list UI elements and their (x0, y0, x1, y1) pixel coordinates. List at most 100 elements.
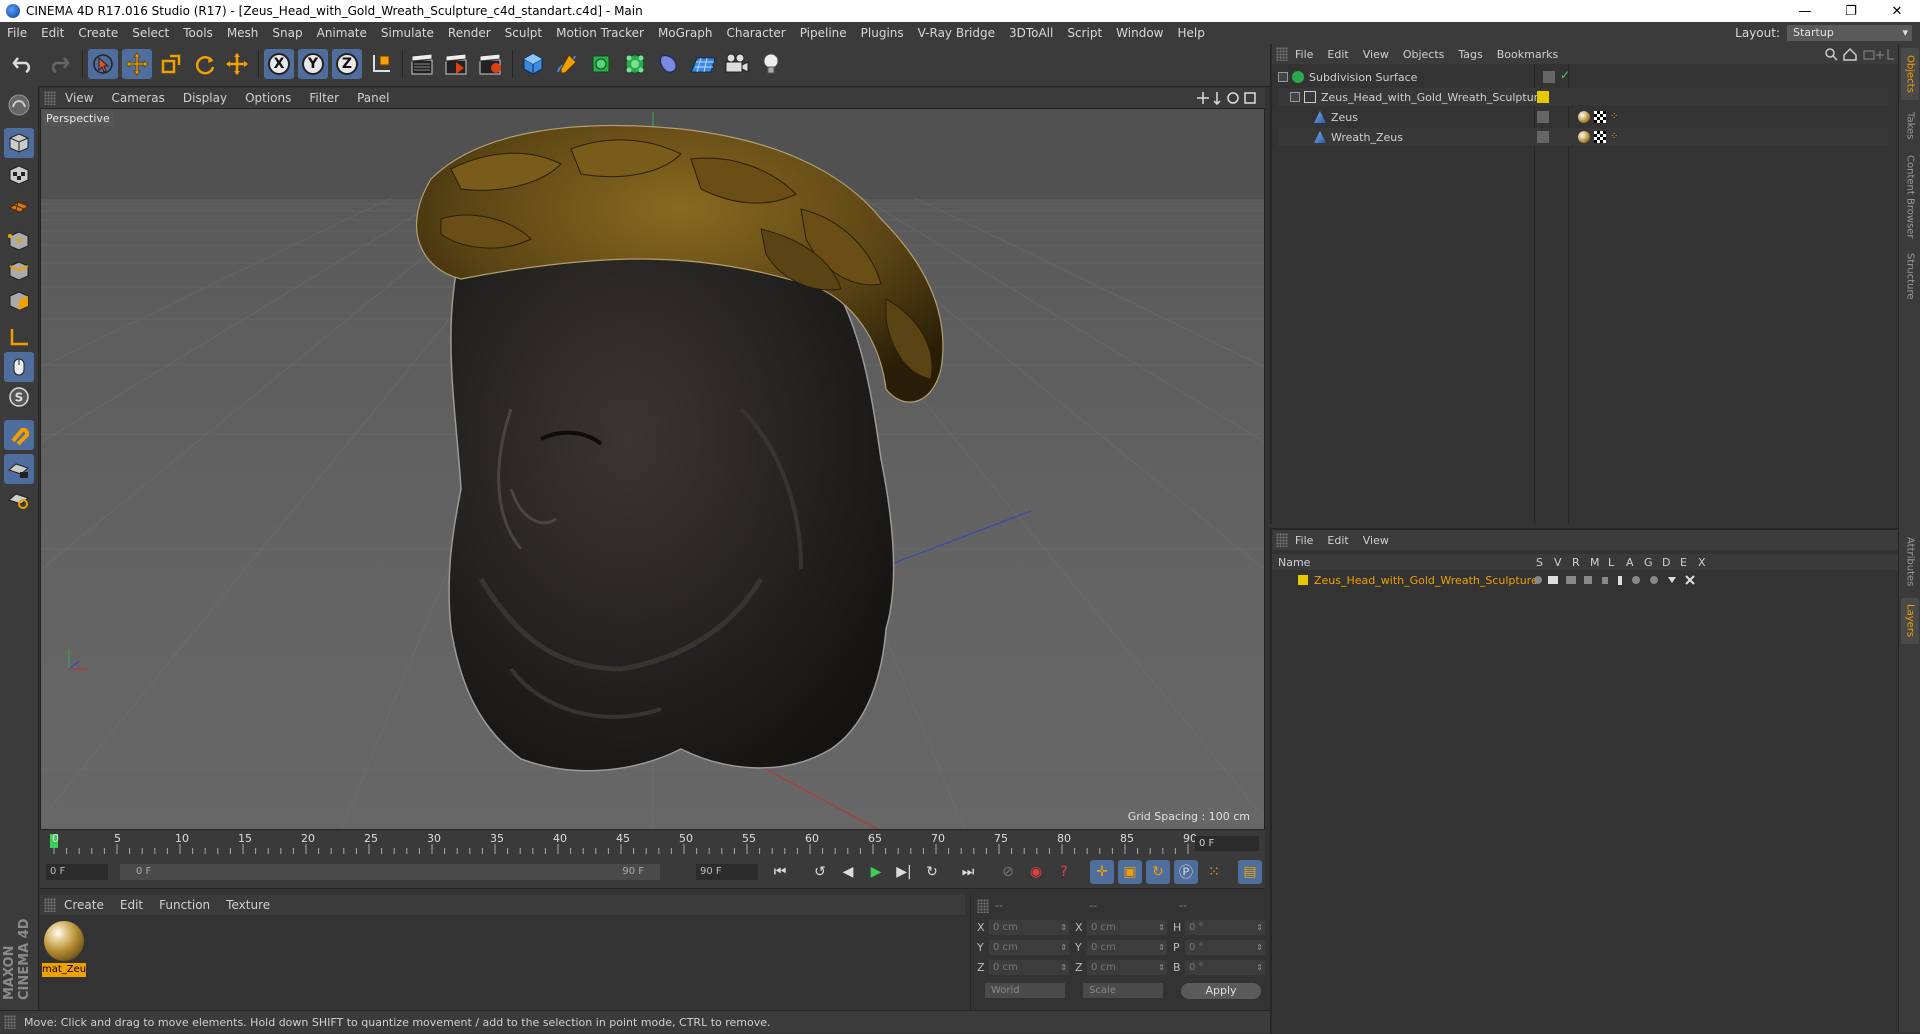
material-menu-edit[interactable]: Edit (112, 898, 151, 912)
menu-sculpt[interactable]: Sculpt (498, 26, 549, 40)
close-button[interactable]: ✕ (1874, 0, 1920, 22)
tab-structure[interactable]: Structure (1901, 246, 1919, 306)
menu-window[interactable]: Window (1109, 26, 1170, 40)
camera-object-icon[interactable] (722, 49, 752, 79)
render-settings-icon[interactable] (476, 49, 506, 79)
editor-visibility-icon[interactable] (1537, 131, 1549, 143)
menu-vray-bridge[interactable]: V-Ray Bridge (911, 26, 1002, 40)
menu-plugins[interactable]: Plugins (854, 26, 911, 40)
tab-objects[interactable]: Objects (1901, 48, 1919, 100)
workplane-lock-icon[interactable] (4, 454, 34, 484)
material-menu-function[interactable]: Function (151, 898, 218, 912)
minimize-button[interactable]: — (1782, 0, 1828, 22)
menu-simulate[interactable]: Simulate (374, 26, 441, 40)
object-row-wreath-zeus[interactable]: Wreath_Zeus ⁘ (1278, 128, 1888, 146)
menu-tools[interactable]: Tools (176, 26, 220, 40)
perspective-viewport[interactable]: Perspective Grid Spacing : 100 cm (40, 108, 1265, 830)
previous-frame-icon[interactable]: ◀ (836, 860, 860, 884)
object-row-zeus[interactable]: Zeus ⁘ (1278, 108, 1888, 126)
snap-enable-icon[interactable] (4, 420, 34, 450)
go-to-end-icon[interactable]: ⏭ (956, 860, 980, 884)
material-name-label[interactable]: mat_Zeu (42, 963, 86, 977)
viewport-navigation-icons[interactable] (1197, 91, 1261, 105)
preview-range-slider[interactable]: 0 F 90 F (120, 864, 660, 880)
move-tool-icon[interactable] (122, 49, 152, 79)
key-position-icon[interactable]: ✛ (1090, 860, 1114, 884)
subdivision-surface-icon[interactable] (586, 49, 616, 79)
record-keys-icon[interactable]: ⊘ (996, 860, 1020, 884)
om-menu-tags[interactable]: Tags (1451, 48, 1489, 61)
redo-icon[interactable] (44, 49, 74, 79)
pos-y-field[interactable]: 0 cm (989, 940, 1069, 955)
menu-render[interactable]: Render (441, 26, 498, 40)
menu-edit[interactable]: Edit (34, 26, 71, 40)
undo-icon[interactable] (8, 49, 38, 79)
rotate-tool-icon[interactable] (190, 49, 220, 79)
autokeying-icon[interactable]: ◉ (1024, 860, 1048, 884)
size-x-field[interactable]: 0 cm (1087, 920, 1167, 935)
pos-z-field[interactable]: 0 cm (989, 960, 1069, 975)
rot-p-field[interactable]: 0 ° (1185, 940, 1265, 955)
previous-keyframe-icon[interactable]: ↺ (808, 860, 832, 884)
key-pla-icon[interactable]: ⁙ (1202, 860, 1226, 884)
viewport-menu-panel[interactable]: Panel (348, 91, 398, 105)
menu-animate[interactable]: Animate (310, 26, 374, 40)
key-parameter-icon[interactable]: Ⓟ (1174, 860, 1198, 884)
phong-tag-icon[interactable]: ⁘ (1610, 111, 1622, 123)
next-keyframe-icon[interactable]: ↻ (920, 860, 944, 884)
material-preview-sphere[interactable] (44, 921, 84, 961)
scale-tool-icon[interactable] (156, 49, 186, 79)
points-mode-icon[interactable] (4, 226, 34, 256)
apply-button[interactable]: Apply (1181, 983, 1261, 999)
deformer-icon[interactable] (654, 49, 684, 79)
phong-tag-icon[interactable]: ⁘ (1610, 131, 1622, 143)
axis-mode-icon[interactable] (4, 322, 34, 352)
layout-dropdown[interactable]: Startup (1787, 25, 1912, 41)
key-rotation-icon[interactable]: ↻ (1146, 860, 1170, 884)
size-mode-dropdown[interactable]: Scale (1083, 983, 1163, 998)
render-view-icon[interactable] (408, 49, 438, 79)
cloner-mograph-icon[interactable] (620, 49, 650, 79)
edges-mode-icon[interactable] (4, 256, 34, 286)
menu-help[interactable]: Help (1170, 26, 1211, 40)
viewport-menu-view[interactable]: View (56, 91, 102, 105)
menu-snap[interactable]: Snap (265, 26, 309, 40)
workplane-mode-icon[interactable] (4, 190, 34, 220)
planar-workplane-icon[interactable] (4, 484, 34, 514)
current-frame-field[interactable]: 0 F (1195, 836, 1259, 851)
om-header-icons[interactable] (1824, 47, 1894, 61)
maximize-button[interactable]: ❐ (1828, 0, 1874, 22)
tab-content-browser[interactable]: Content Browser (1901, 152, 1919, 242)
texture-tag-icon[interactable] (1594, 131, 1606, 143)
tweak-mode-icon[interactable] (4, 352, 34, 382)
menu-file[interactable]: File (0, 26, 34, 40)
rot-b-field[interactable]: 0 ° (1185, 960, 1265, 975)
object-row-subdivision-surface[interactable]: Subdivision Surface ✓ (1278, 68, 1888, 86)
coordinate-system-icon[interactable] (366, 49, 396, 79)
next-frame-icon[interactable]: ▶| (892, 860, 916, 884)
menu-create[interactable]: Create (71, 26, 125, 40)
viewport-menu-options[interactable]: Options (236, 91, 300, 105)
menu-select[interactable]: Select (125, 26, 176, 40)
start-frame-field[interactable]: 0 F (46, 864, 108, 880)
size-z-field[interactable]: 0 cm (1087, 960, 1167, 975)
size-y-field[interactable]: 0 cm (1087, 940, 1167, 955)
viewport-menu-filter[interactable]: Filter (300, 91, 348, 105)
solo-mode-icon[interactable]: S (4, 382, 34, 412)
light-object-icon[interactable] (756, 49, 786, 79)
live-selection-icon[interactable] (88, 49, 118, 79)
menu-pipeline[interactable]: Pipeline (793, 26, 854, 40)
model-mode-icon[interactable] (4, 128, 34, 158)
editor-visibility-icon[interactable] (1543, 71, 1555, 83)
menu-mograph[interactable]: MoGraph (651, 26, 720, 40)
play-icon[interactable]: ▶ (864, 860, 888, 884)
material-tag-icon[interactable] (1578, 111, 1590, 123)
end-frame-field[interactable]: 90 F (696, 864, 758, 880)
keyframe-selection-icon[interactable]: ? (1052, 860, 1076, 884)
layer-color-swatch[interactable] (1298, 575, 1308, 585)
layer-name[interactable]: Zeus_Head_with_Gold_Wreath_Sculpture (1314, 574, 1538, 587)
menu-3dtoall[interactable]: 3DToAll (1002, 26, 1060, 40)
lm-menu-file[interactable]: File (1288, 534, 1320, 547)
viewport-menu-display[interactable]: Display (174, 91, 236, 105)
layer-toggle-icons[interactable] (1532, 574, 1712, 586)
